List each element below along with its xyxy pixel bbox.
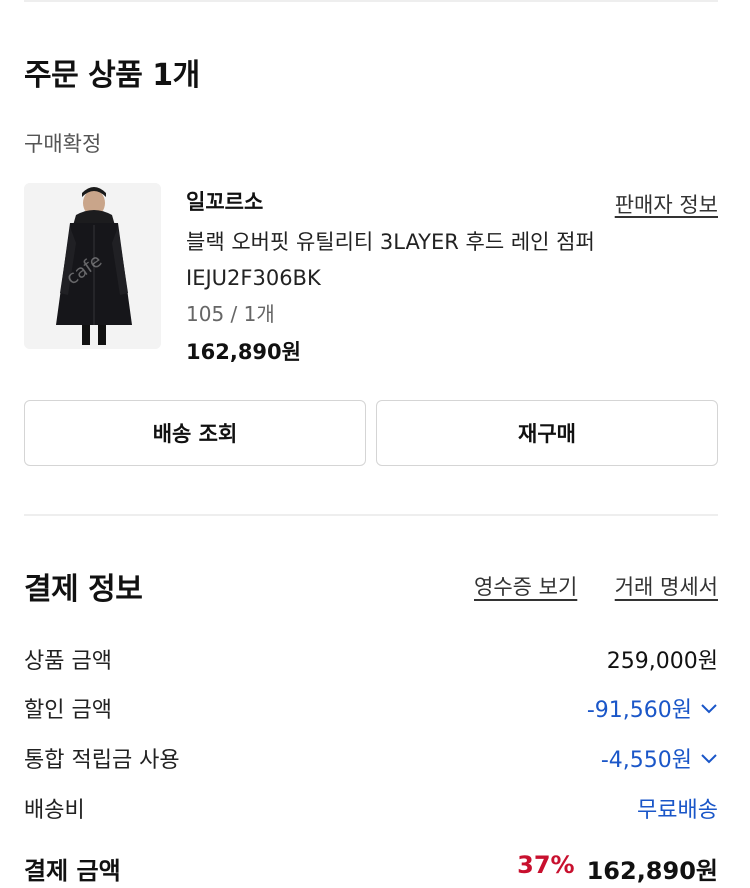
order-items-title: 주문 상품 1개 (24, 58, 200, 93)
product-brand[interactable]: 일꼬르소 (186, 186, 263, 216)
receipt-link[interactable]: 영수증 보기 (474, 571, 577, 601)
chevron-down-icon (700, 696, 718, 721)
discount-percent: 37% (517, 851, 575, 879)
shipping-fee-label: 배송비 (24, 798, 85, 823)
reorder-button[interactable]: 재구매 (376, 400, 718, 466)
points-used-label: 통합 적립금 사용 (24, 748, 180, 773)
product-code: IEJU2F306BK (186, 266, 321, 290)
reorder-label: 재구매 (518, 422, 576, 446)
payment-info-title: 결제 정보 (24, 572, 143, 607)
points-used-text: -4,550원 (600, 748, 692, 773)
delivery-tracking-button[interactable]: 배송 조회 (24, 400, 366, 466)
product-thumbnail[interactable]: cafe (24, 183, 161, 349)
shipping-fee-text: 무료배송 (637, 798, 718, 823)
product-amount-label: 상품 금액 (24, 649, 112, 674)
seller-info-link[interactable]: 판매자 정보 (615, 189, 718, 219)
product-amount-text: 259,000원 (606, 649, 718, 674)
product-name[interactable]: 블랙 오버핏 유틸리티 3LAYER 후드 레인 점퍼 IEJU2F306BK (186, 224, 666, 296)
product-image: cafe (24, 183, 161, 349)
product-amount-value: 259,000원 (607, 643, 718, 675)
product-name-line1: 블랙 오버핏 유틸리티 3LAYER 후드 레인 점퍼 (186, 230, 595, 254)
top-divider (24, 0, 718, 2)
transaction-statement-link[interactable]: 거래 명세서 (615, 571, 718, 601)
total-payment-value: 37% 162,890원 (517, 851, 718, 886)
product-option: 105 / 1개 (186, 302, 275, 326)
total-amount: 162,890원 (586, 857, 718, 885)
order-status: 구매확정 (24, 132, 102, 156)
points-used-toggle[interactable]: -4,550원 (601, 742, 718, 774)
product-price: 162,890원 (186, 340, 301, 364)
discount-amount-label: 할인 금액 (24, 698, 112, 723)
discount-amount-text: -91,560원 (586, 698, 692, 723)
shipping-fee-value: 무료배송 (637, 792, 718, 824)
discount-amount-toggle[interactable]: -91,560원 (587, 692, 718, 724)
delivery-tracking-label: 배송 조회 (152, 422, 238, 446)
section-divider (24, 514, 718, 516)
chevron-down-icon (700, 746, 718, 771)
total-payment-label: 결제 금액 (24, 857, 121, 885)
